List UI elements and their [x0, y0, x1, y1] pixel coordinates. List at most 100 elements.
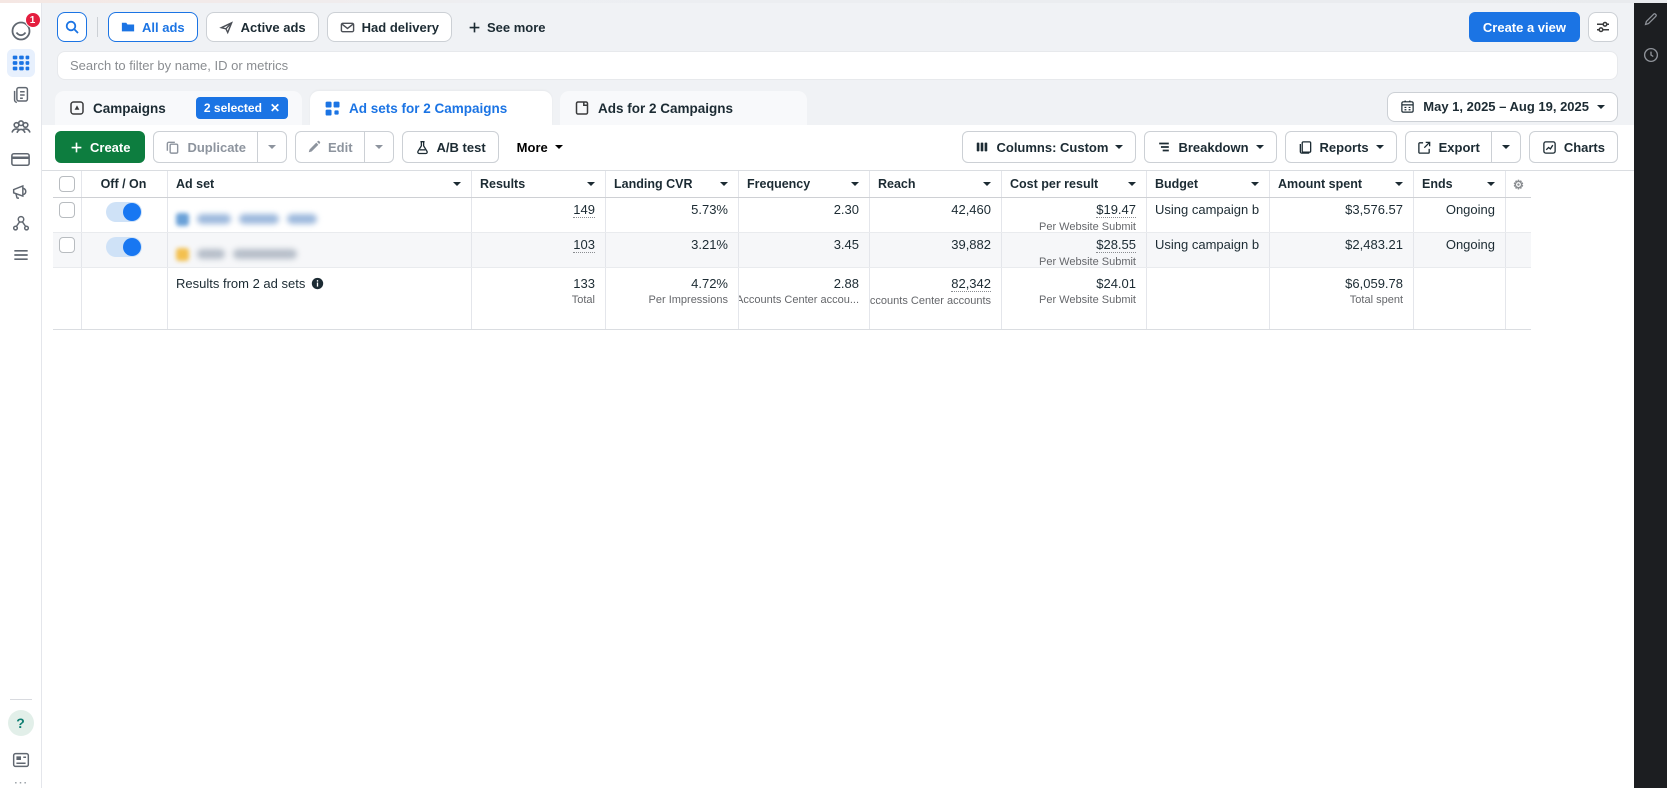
edit-button[interactable]: Edit — [296, 132, 364, 162]
header-label: Ad set — [176, 177, 214, 191]
summary-cost-per-result: $24.01 — [1096, 276, 1136, 291]
filter-pill-active-ads[interactable]: Active ads — [206, 12, 319, 42]
reports-button[interactable]: Reports — [1285, 131, 1397, 163]
sidebar-item-menu[interactable] — [7, 241, 35, 269]
sidebar-item-assets[interactable] — [7, 209, 35, 237]
sort-caret-icon — [1128, 182, 1136, 186]
header-frequency[interactable]: Frequency — [738, 171, 869, 197]
results-value[interactable]: 149 — [573, 202, 595, 218]
duplicate-split-button: Duplicate — [153, 131, 287, 163]
help-button[interactable]: ? — [8, 710, 34, 736]
duplicate-menu-button[interactable] — [257, 132, 286, 162]
header-cost-per-result[interactable]: Cost per result — [1001, 171, 1146, 197]
more-button[interactable]: More — [507, 131, 573, 163]
tab-ad-sets[interactable]: Ad sets for 2 Campaigns — [310, 91, 552, 125]
search-icon — [64, 19, 80, 35]
header-ad-set[interactable]: Ad set — [167, 171, 471, 197]
sidebar-item-campaigns[interactable] — [7, 49, 35, 77]
filter-search-input[interactable] — [57, 51, 1618, 80]
charts-button[interactable]: Charts — [1529, 131, 1618, 163]
header-landing-cvr[interactable]: Landing CVR — [605, 171, 738, 197]
frequency-value: 2.30 — [834, 202, 859, 217]
actions-toolbar: Create Duplicate Edit — [42, 125, 1634, 170]
clock-icon[interactable] — [1642, 46, 1660, 64]
row-checkbox[interactable] — [59, 202, 75, 218]
ad-set-toggle-on[interactable] — [106, 202, 142, 222]
sort-caret-icon — [587, 182, 595, 186]
cost-per-result-value[interactable]: $28.55 — [1096, 237, 1136, 253]
search-button[interactable] — [57, 12, 87, 42]
export-button[interactable]: Export — [1406, 132, 1491, 162]
reach-value: 42,460 — [951, 202, 991, 217]
edit-menu-button[interactable] — [364, 132, 393, 162]
view-settings-button[interactable] — [1588, 12, 1618, 42]
export-menu-button[interactable] — [1491, 132, 1520, 162]
filter-pill-all-ads[interactable]: All ads — [108, 12, 198, 42]
row-select-cell — [53, 198, 81, 232]
header-label: Amount spent — [1278, 177, 1362, 191]
header-label: Results — [480, 177, 525, 191]
divider — [97, 17, 98, 37]
pencil-icon[interactable] — [1642, 11, 1659, 28]
sidebar-divider — [10, 699, 32, 700]
sidebar-item-pages[interactable] — [7, 81, 35, 109]
select-all-checkbox[interactable] — [59, 176, 75, 192]
copy-icon — [165, 140, 180, 155]
adsets-table: Off / On Ad set Results Landing CVR Freq… — [42, 170, 1634, 330]
sidebar-item-updates[interactable] — [7, 746, 35, 774]
charts-label: Charts — [1564, 140, 1605, 155]
left-sidebar: 1 ? ⋯ — [0, 3, 42, 788]
chevron-down-icon — [1115, 145, 1123, 149]
ad-set-toggle-on[interactable] — [106, 237, 142, 257]
columns-button[interactable]: Columns: Custom — [962, 131, 1136, 163]
chevron-down-icon — [268, 145, 276, 149]
header-budget[interactable]: Budget — [1146, 171, 1269, 197]
column-settings-button[interactable]: ⚙ — [1505, 171, 1531, 197]
sidebar-item-billing[interactable] — [7, 145, 35, 173]
sidebar-bottom: ? ⋯ — [0, 693, 41, 788]
create-a-view-button[interactable]: Create a view — [1469, 12, 1580, 42]
header-label: Frequency — [747, 177, 810, 191]
info-icon[interactable] — [311, 277, 324, 290]
search-row — [57, 51, 1618, 80]
advertise-icon — [10, 180, 32, 202]
duplicate-button[interactable]: Duplicate — [154, 132, 257, 162]
ad-set-name-redacted[interactable] — [167, 198, 471, 232]
date-range-picker[interactable]: May 1, 2025 – Aug 19, 2025 — [1387, 92, 1618, 122]
summary-amount-spent: $6,059.78 — [1345, 276, 1403, 291]
toggle-knob — [123, 203, 141, 221]
row-checkbox[interactable] — [59, 237, 75, 253]
chevron-down-icon — [1502, 145, 1510, 149]
sort-caret-icon — [1487, 182, 1495, 186]
pages-icon — [10, 84, 32, 106]
selected-count-badge[interactable]: 2 selected ✕ — [196, 97, 288, 119]
tab-ads[interactable]: Ads for 2 Campaigns — [560, 91, 807, 125]
ad-set-name-redacted[interactable] — [167, 233, 471, 267]
filter-pill-had-delivery[interactable]: Had delivery — [327, 12, 452, 42]
header-results[interactable]: Results — [471, 171, 605, 197]
header-label: Cost per result — [1010, 177, 1098, 191]
breakdown-button[interactable]: Breakdown — [1144, 131, 1276, 163]
assets-icon — [10, 212, 32, 234]
create-button[interactable]: Create — [55, 131, 145, 163]
sidebar-item-audiences[interactable] — [7, 113, 35, 141]
ab-test-button[interactable]: A/B test — [402, 131, 499, 163]
summary-reach[interactable]: 82,342 — [951, 276, 991, 292]
sidebar-item-advertise[interactable] — [7, 177, 35, 205]
header-ends[interactable]: Ends — [1413, 171, 1505, 197]
billing-icon — [9, 148, 32, 171]
sidebar-item-account[interactable]: 1 — [7, 17, 35, 45]
chevron-down-icon — [555, 145, 563, 149]
sort-caret-icon — [1251, 182, 1259, 186]
breakdown-label: Breakdown — [1178, 140, 1248, 155]
header-label: Budget — [1155, 177, 1198, 191]
tab-campaigns[interactable]: Campaigns 2 selected ✕ — [55, 91, 302, 125]
sidebar-partial-icon: ⋯ — [14, 778, 28, 786]
results-value[interactable]: 103 — [573, 237, 595, 253]
close-icon[interactable]: ✕ — [270, 101, 280, 115]
header-amount-spent[interactable]: Amount spent — [1269, 171, 1413, 197]
see-more-button[interactable]: See more — [460, 20, 554, 35]
date-range-label: May 1, 2025 – Aug 19, 2025 — [1423, 99, 1589, 114]
cost-per-result-value[interactable]: $19.47 — [1096, 202, 1136, 218]
header-reach[interactable]: Reach — [869, 171, 1001, 197]
